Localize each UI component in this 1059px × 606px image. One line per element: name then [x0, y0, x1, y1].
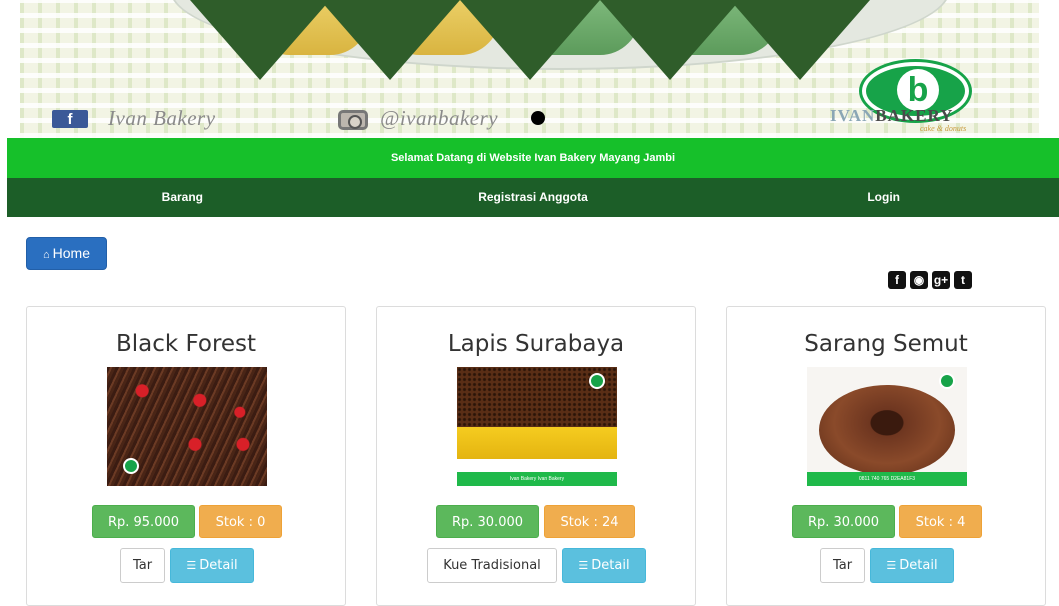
banner-leaf — [600, 0, 740, 80]
stock-badge: Stok : 4 — [899, 505, 982, 538]
image-caption-bar: 0811 740 765 D2EA81F3 — [807, 472, 967, 486]
social-icons: f ◉ g+ t — [888, 271, 972, 289]
facebook-page-text: Ivan Bakery — [108, 106, 216, 130]
detail-button-label: Detail — [591, 558, 630, 573]
detail-button-label: Detail — [899, 558, 938, 573]
detail-button[interactable]: ☰ Detail — [870, 548, 954, 583]
brand-name: IVANBAKERY — [830, 106, 953, 126]
product-image[interactable]: 0811 740 765 D2EA81F3 — [807, 367, 967, 486]
image-caption-bar: Ivan Bakery Ivan Bakery — [457, 472, 617, 486]
product-card-lapis-surabaya: Lapis Surabaya Ivan Bakery Ivan Bakery R… — [376, 306, 696, 606]
stock-badge: Stok : 24 — [544, 505, 635, 538]
home-button-label: Home — [52, 245, 90, 261]
facebook-icon: f — [52, 110, 88, 128]
product-card-black-forest: Black Forest Rp. 95.000 Stok : 0 Tar ☰ De… — [26, 306, 346, 606]
header-banner: f Ivan Bakery @ivanbakery b IVANBAKERY c… — [20, 0, 1039, 138]
logo-badge-icon — [589, 373, 605, 389]
product-image[interactable] — [107, 367, 267, 486]
nav-item-login[interactable]: Login — [708, 178, 1059, 217]
detail-button[interactable]: ☰ Detail — [170, 548, 254, 583]
logo-badge-icon — [939, 373, 955, 389]
cake-layer — [457, 427, 617, 459]
instagram-icon — [338, 110, 368, 130]
product-title: Black Forest — [115, 331, 257, 357]
category-button[interactable]: Tar — [120, 548, 165, 583]
stock-badge: Stok : 0 — [199, 505, 282, 538]
category-button[interactable]: Tar — [820, 548, 865, 583]
facebook-icon[interactable]: f — [888, 271, 906, 289]
banner-leaf — [460, 0, 600, 80]
price-badge: Rp. 30.000 — [792, 505, 895, 538]
brand-name-part: IVAN — [830, 106, 876, 125]
instagram-icon[interactable]: ◉ — [910, 271, 928, 289]
list-icon: ☰ — [186, 559, 197, 572]
instagram-handle-text: @ivanbakery — [380, 106, 499, 130]
banner-leaf — [320, 0, 460, 80]
price-badge: Rp. 30.000 — [436, 505, 539, 538]
main-nav: Barang Registrasi Anggota Login — [7, 178, 1059, 217]
list-icon: ☰ — [578, 559, 589, 572]
nav-item-registrasi[interactable]: Registrasi Anggota — [358, 178, 709, 217]
cake-ring — [819, 385, 955, 475]
list-icon: ☰ — [886, 559, 897, 572]
category-button[interactable]: Kue Tradisional — [427, 548, 557, 583]
google-plus-icon[interactable]: g+ — [932, 271, 950, 289]
banner-leaf — [190, 0, 330, 80]
price-badge: Rp. 95.000 — [92, 505, 195, 538]
cursor-dot — [531, 111, 545, 125]
product-card-sarang-semut: Sarang Semut 0811 740 765 D2EA81F3 Rp. 3… — [726, 306, 1046, 606]
welcome-text: Selamat Datang di Website Ivan Bakery Ma… — [390, 152, 676, 164]
brand-name-part: BAKERY — [875, 106, 954, 125]
detail-button-label: Detail — [199, 558, 238, 573]
logo-badge-icon — [123, 458, 139, 474]
welcome-bar: Selamat Datang di Website Ivan Bakery Ma… — [7, 138, 1059, 178]
product-title: Sarang Semut — [804, 331, 968, 357]
product-title: Lapis Surabaya — [447, 331, 625, 357]
nav-item-barang[interactable]: Barang — [7, 178, 358, 217]
product-image[interactable]: Ivan Bakery Ivan Bakery — [457, 367, 617, 486]
logo-b-icon: b — [897, 69, 939, 111]
home-button[interactable]: ⌂ Home — [26, 237, 107, 270]
twitter-icon[interactable]: t — [954, 271, 972, 289]
home-icon: ⌂ — [42, 249, 50, 261]
brand-tagline: cake & donuts — [920, 124, 967, 133]
detail-button[interactable]: ☰ Detail — [562, 548, 646, 583]
banner-leaf — [730, 0, 870, 80]
